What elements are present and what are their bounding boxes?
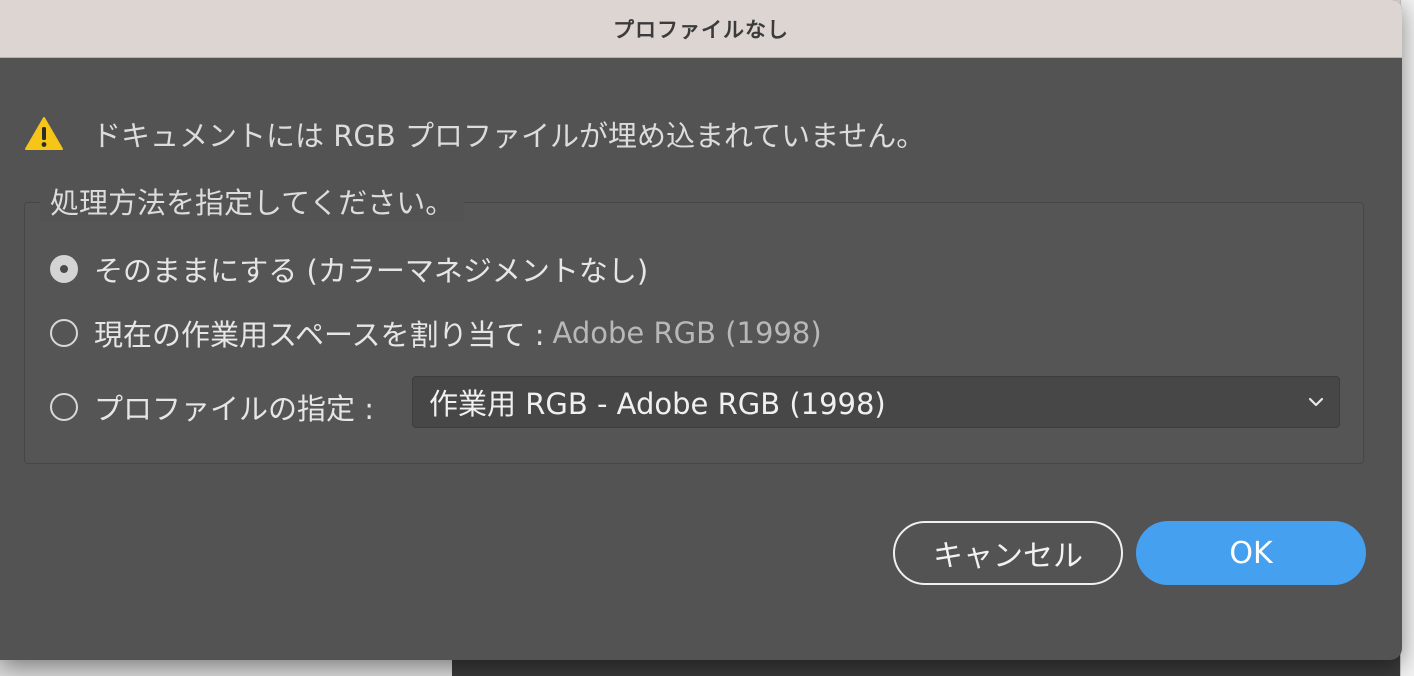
handling-options-label: 処理方法を指定してください。 [40, 180, 465, 222]
option-leave-as-is-label: そのままにする (カラーマネジメントなし) [94, 254, 649, 288]
option-assign-profile-label: プロファイルの指定 : [94, 392, 374, 426]
no-profile-dialog: プロファイルなし ドキュメントには RGB プロファイルが埋め込まれていません。… [0, 0, 1402, 660]
working-space-value: Adobe RGB (1998) [552, 316, 822, 350]
cancel-button[interactable]: キャンセル [893, 521, 1123, 585]
option-assign-working-space-label: 現在の作業用スペースを割り当て : [94, 318, 545, 352]
dialog-titlebar: プロファイルなし [0, 0, 1402, 58]
chevron-down-icon [1308, 397, 1324, 407]
option-assign-profile[interactable]: プロファイルの指定 : [50, 386, 374, 428]
ok-button[interactable]: OK [1136, 521, 1366, 585]
warning-triangle-icon [25, 117, 63, 150]
radio-assign-profile[interactable] [50, 393, 78, 421]
option-leave-as-is[interactable]: そのままにする (カラーマネジメントなし) [50, 248, 648, 290]
warning-message-row: ドキュメントには RGB プロファイルが埋め込まれていません。 [24, 112, 925, 156]
backdrop-scrollbar [1400, 0, 1414, 676]
radio-assign-working-space[interactable] [50, 319, 78, 347]
option-assign-working-space[interactable]: 現在の作業用スペースを割り当て : Adobe RGB (1998) [50, 312, 822, 354]
profile-select-value: 作業用 RGB - Adobe RGB (1998) [429, 387, 886, 421]
dialog-title: プロファイルなし [613, 17, 789, 42]
radio-leave-as-is[interactable] [50, 255, 78, 283]
profile-select[interactable]: 作業用 RGB - Adobe RGB (1998) [412, 376, 1340, 428]
warning-message: ドキュメントには RGB プロファイルが埋め込まれていません。 [92, 119, 926, 153]
